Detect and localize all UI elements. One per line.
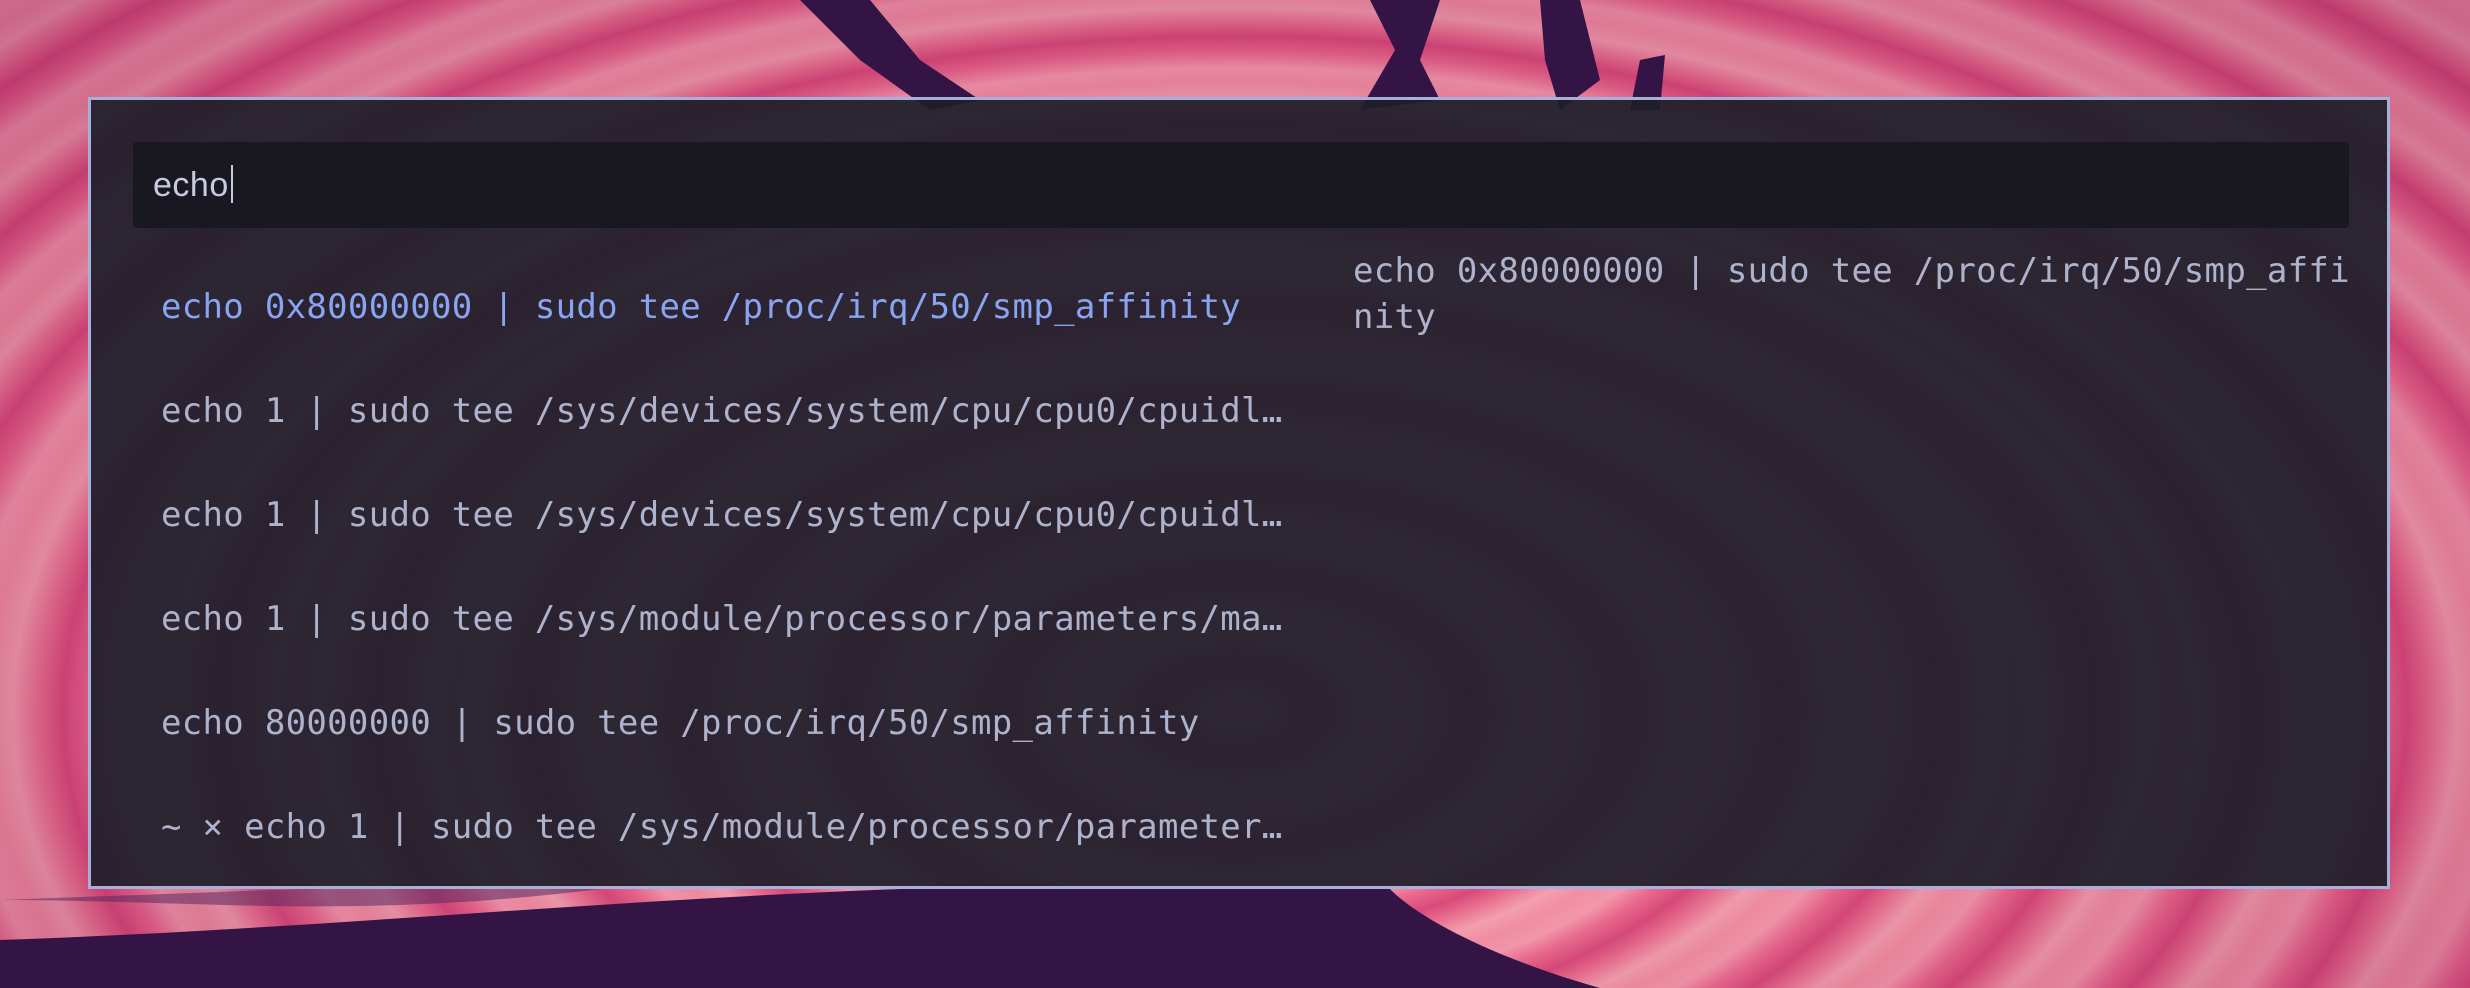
- search-bar[interactable]: echo: [133, 142, 2349, 228]
- command-launcher-window: echo echo 0x80000000 | sudo tee /proc/ir…: [88, 97, 2390, 889]
- search-query-text: echo: [153, 166, 229, 204]
- result-item[interactable]: ~ × echo 1 | sudo tee /sys/module/proces…: [161, 775, 1331, 879]
- result-item[interactable]: echo 1 | sudo tee /sys/devices/system/cp…: [161, 359, 1331, 463]
- result-item[interactable]: echo 1 | sudo tee /sys/devices/system/cp…: [161, 463, 1331, 567]
- result-item[interactable]: echo 1 | sudo tee /sys/module/processor/…: [161, 567, 1331, 671]
- result-item-selected[interactable]: echo 0x80000000 | sudo tee /proc/irq/50/…: [161, 255, 1331, 359]
- result-item[interactable]: echo 80000000 | sudo tee /proc/irq/50/sm…: [161, 671, 1331, 775]
- results-list: echo 0x80000000 | sudo tee /proc/irq/50/…: [161, 255, 1331, 879]
- preview-pane: echo 0x80000000 | sudo tee /proc/irq/50/…: [1353, 251, 2350, 337]
- search-input[interactable]: echo: [153, 142, 233, 228]
- text-caret: [230, 165, 233, 204]
